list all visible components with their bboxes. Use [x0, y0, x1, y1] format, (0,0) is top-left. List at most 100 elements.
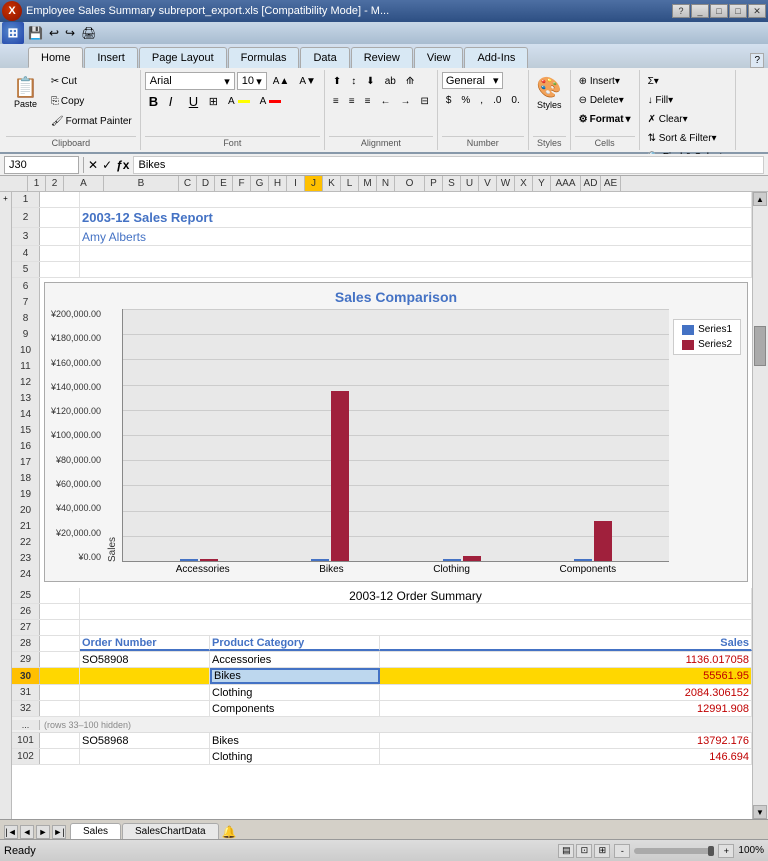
- save-qat[interactable]: 💾: [26, 25, 45, 41]
- cell-A31[interactable]: [40, 685, 80, 700]
- row-header-6[interactable]: 6: [12, 278, 40, 294]
- sort-filter-btn[interactable]: ⇅ Sort & Filter▾: [644, 129, 721, 147]
- insert-cells-btn[interactable]: ⊕ Insert▾: [575, 72, 624, 90]
- wrap-text-btn[interactable]: ⟰: [402, 72, 418, 90]
- decrease-font-btn[interactable]: A▼: [295, 72, 320, 90]
- col-header-Y[interactable]: Y: [533, 176, 551, 192]
- cell-A32[interactable]: [40, 701, 80, 716]
- row-header-20[interactable]: 20: [12, 502, 40, 518]
- row-header-32[interactable]: 32: [12, 701, 40, 716]
- row-header-9[interactable]: 9: [12, 326, 40, 342]
- cell-sales-102[interactable]: 146.694: [380, 749, 752, 764]
- row-header-2[interactable]: 2: [12, 208, 40, 227]
- align-right-btn[interactable]: ≡: [361, 92, 375, 110]
- decrease-decimal-btn[interactable]: 0.: [507, 91, 523, 109]
- tab-last-btn[interactable]: ►|: [52, 825, 66, 839]
- cut-button[interactable]: ✂ Cut: [47, 72, 136, 90]
- delete-cells-btn[interactable]: ⊖ Delete▾: [575, 91, 628, 109]
- row-header-19[interactable]: 19: [12, 486, 40, 502]
- align-bottom-btn[interactable]: ⬇: [362, 72, 378, 90]
- format-cells-btn[interactable]: ⚙ Format▾: [575, 110, 635, 128]
- sheet-tab-sales[interactable]: Sales: [70, 823, 121, 839]
- cell-A4[interactable]: [40, 246, 80, 261]
- col-header-U[interactable]: U: [461, 176, 479, 192]
- col-header-C[interactable]: C: [179, 176, 197, 192]
- font-color-button[interactable]: A: [256, 92, 286, 110]
- paste-button[interactable]: 📋 Paste: [6, 72, 45, 114]
- cell-report-title[interactable]: 2003-12 Sales Report: [80, 208, 752, 227]
- cell-sales-29[interactable]: 1136.017058: [380, 652, 752, 667]
- align-center-btn[interactable]: ≡: [345, 92, 359, 110]
- cell-content-27[interactable]: [80, 620, 752, 635]
- cell-category-32[interactable]: Components: [210, 701, 380, 716]
- row-header-17[interactable]: 17: [12, 454, 40, 470]
- percent-btn[interactable]: %: [457, 91, 474, 109]
- font-size-dropdown[interactable]: 10 ▾: [237, 72, 267, 90]
- tab-formulas[interactable]: Formulas: [228, 47, 300, 68]
- cell-order-102[interactable]: [80, 749, 210, 764]
- font-name-dropdown[interactable]: Arial ▾: [145, 72, 235, 90]
- col-header-A[interactable]: A: [64, 176, 104, 192]
- tab-view[interactable]: View: [414, 47, 464, 68]
- cell-header-sales[interactable]: Sales: [380, 636, 752, 651]
- col-header-V[interactable]: V: [479, 176, 497, 192]
- tab-add-ins[interactable]: Add-Ins: [464, 47, 528, 68]
- row-header-102[interactable]: 102: [12, 749, 40, 764]
- tab-home[interactable]: Home: [28, 47, 83, 68]
- col-header-G[interactable]: G: [251, 176, 269, 192]
- redo-qat[interactable]: ↪: [63, 25, 77, 41]
- indent-decrease-btn[interactable]: ←: [376, 92, 394, 110]
- comma-btn[interactable]: ,: [476, 91, 487, 109]
- cell-A1[interactable]: [40, 192, 80, 207]
- scroll-down-btn[interactable]: ▼: [753, 805, 767, 819]
- cell-order-summary-title[interactable]: 2003-12 Order Summary: [80, 588, 752, 603]
- col-header-AE[interactable]: AE: [601, 176, 621, 192]
- row-header-28[interactable]: 28: [12, 636, 40, 651]
- col-header-I[interactable]: I: [287, 176, 305, 192]
- cell-A101[interactable]: [40, 733, 80, 748]
- page-layout-view-btn[interactable]: ⊡: [576, 844, 592, 858]
- normal-view-btn[interactable]: ▤: [558, 844, 574, 858]
- merge-btn[interactable]: ⊟: [416, 92, 432, 110]
- col-header-K[interactable]: K: [323, 176, 341, 192]
- row-header-14[interactable]: 14: [12, 406, 40, 422]
- cell-content-26[interactable]: [80, 604, 752, 619]
- row-header-15[interactable]: 15: [12, 422, 40, 438]
- cell-category-31[interactable]: Clothing: [210, 685, 380, 700]
- tab-page-layout[interactable]: Page Layout: [139, 47, 227, 68]
- col-header-E[interactable]: E: [215, 176, 233, 192]
- row-header-4[interactable]: 4: [12, 246, 40, 261]
- row-header-3[interactable]: 3: [12, 228, 40, 245]
- col-header-AAA[interactable]: AAA: [551, 176, 581, 192]
- col-header-H[interactable]: H: [269, 176, 287, 192]
- fill-color-button[interactable]: A: [224, 92, 254, 110]
- row-header-25[interactable]: 25: [12, 588, 40, 603]
- scroll-track[interactable]: [753, 206, 768, 805]
- page-break-view-btn[interactable]: ⊞: [594, 844, 610, 858]
- scroll-thumb[interactable]: [754, 326, 766, 366]
- col-header-L[interactable]: L: [341, 176, 359, 192]
- row-header-24[interactable]: 24: [12, 566, 40, 582]
- close-btn[interactable]: ✕: [748, 4, 766, 18]
- zoom-in-btn[interactable]: +: [718, 844, 734, 858]
- align-middle-btn[interactable]: ↕: [347, 72, 360, 90]
- tab-insert[interactable]: Insert: [84, 47, 138, 68]
- row-header-18[interactable]: 18: [12, 470, 40, 486]
- border-button[interactable]: ⊞: [205, 92, 222, 110]
- italic-button[interactable]: I: [165, 92, 183, 110]
- row-header-31[interactable]: 31: [12, 685, 40, 700]
- formula-input[interactable]: Bikes: [133, 156, 764, 174]
- row-header-101[interactable]: 101: [12, 733, 40, 748]
- help-btn[interactable]: ?: [672, 4, 690, 18]
- cell-order-31[interactable]: [80, 685, 210, 700]
- cell-sales-30[interactable]: 55561.95: [380, 668, 752, 684]
- col-header-S[interactable]: S: [443, 176, 461, 192]
- cell-order-30[interactable]: [80, 668, 210, 684]
- expand-indicator[interactable]: +: [3, 194, 8, 203]
- col-header-AD[interactable]: AD: [581, 176, 601, 192]
- row-header-13[interactable]: 13: [12, 390, 40, 406]
- cell-A2[interactable]: [40, 208, 80, 227]
- row-header-22[interactable]: 22: [12, 534, 40, 550]
- col-header-X[interactable]: X: [515, 176, 533, 192]
- row-header-7[interactable]: 7: [12, 294, 40, 310]
